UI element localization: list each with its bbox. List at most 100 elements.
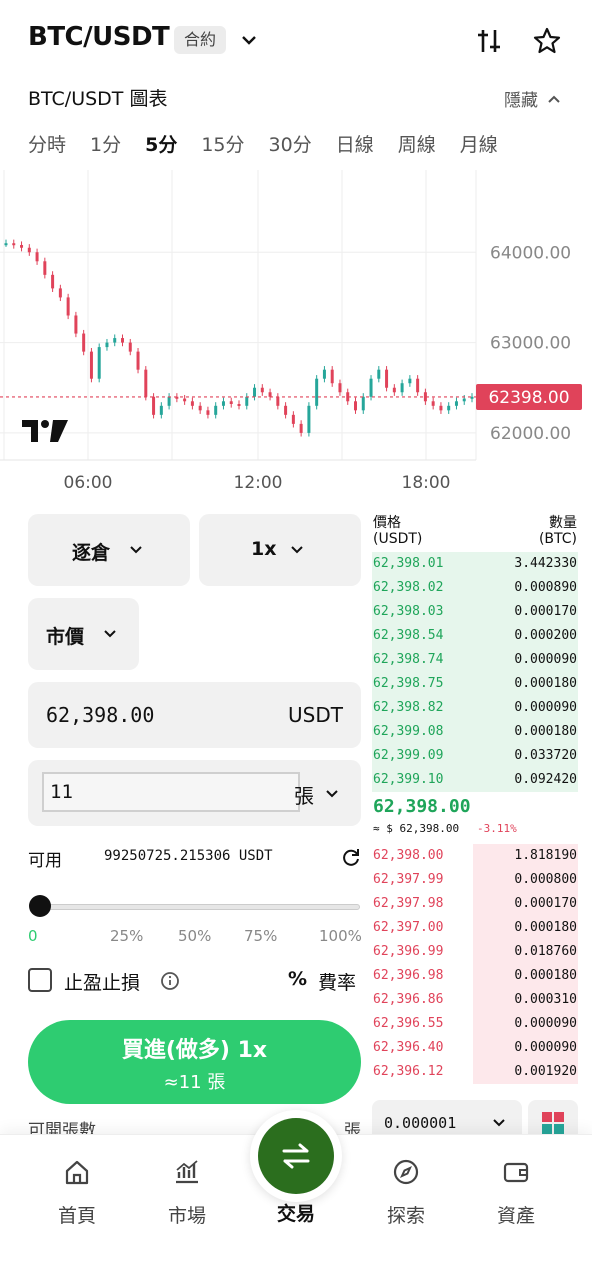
fee-percent-icon[interactable]: %	[288, 968, 307, 990]
ask-price: 62,399.10	[373, 772, 444, 787]
bid-row[interactable]: 62,396.40 0.000090	[372, 1036, 578, 1060]
slider-tick[interactable]: 100%	[319, 927, 362, 945]
bid-row[interactable]: 62,396.99 0.018760	[372, 940, 578, 964]
chevron-down-icon[interactable]	[238, 30, 260, 50]
slider-tick[interactable]: 75%	[244, 927, 277, 945]
ask-row[interactable]: 62,398.01 3.442330	[372, 552, 578, 576]
precision-value: 0.000001	[384, 1114, 457, 1132]
buy-long-button[interactable]: 買進(做多) 1x ≈11 張	[28, 1020, 361, 1104]
leverage-select[interactable]: 1x	[199, 514, 361, 586]
slider-tick[interactable]: 50%	[178, 927, 211, 945]
bid-price: 62,397.98	[373, 896, 444, 911]
ask-qty: 0.000200	[514, 628, 577, 643]
ask-row[interactable]: 62,398.54 0.000200	[372, 624, 578, 648]
price-field[interactable]: 62,398.00 USDT	[28, 682, 361, 748]
ask-price: 62,399.09	[373, 748, 444, 763]
pair-title[interactable]: BTC/USDT	[28, 22, 170, 52]
nav-trade[interactable]: 交易	[246, 1199, 346, 1226]
settings-sliders-icon[interactable]	[474, 26, 504, 56]
ask-row[interactable]: 62,398.02 0.000890	[372, 576, 578, 600]
candle-body	[392, 387, 396, 393]
slider-tick[interactable]: 25%	[110, 927, 143, 945]
fee-label[interactable]: 費率	[318, 968, 356, 995]
ask-price: 62,398.01	[373, 556, 444, 571]
tab-timeframe[interactable]: 月線	[460, 130, 498, 157]
price-change: -3.11%	[477, 822, 517, 835]
ask-row[interactable]: 62,399.09 0.033720	[372, 744, 578, 768]
tab-timeframe[interactable]: 日線	[336, 130, 374, 157]
chevron-down-icon[interactable]	[324, 788, 340, 800]
tab-timeframe-active[interactable]: 5分	[145, 130, 177, 157]
ask-row[interactable]: 62,398.75 0.000180	[372, 672, 578, 696]
trade-fab-button[interactable]	[250, 1110, 342, 1202]
price-column-header: 價格	[373, 515, 401, 531]
candle-body	[167, 396, 171, 406]
candle-body	[221, 401, 225, 406]
price-chart[interactable]: 64000.00 63000.00 62000.00 06:00 12:00 18:00 6…	[0, 170, 592, 500]
tpsl-label: 止盈止損	[64, 972, 141, 994]
nav-assets[interactable]: 資產	[466, 1157, 566, 1228]
amount-slider-track[interactable]	[40, 904, 360, 910]
ask-row[interactable]: 62,398.03 0.000170	[372, 600, 578, 624]
bid-qty: 0.000310	[514, 992, 577, 1007]
ask-row[interactable]: 62,398.82 0.000090	[372, 696, 578, 720]
quantity-input[interactable]: 11	[42, 772, 300, 812]
bid-row[interactable]: 62,398.00 1.818190	[372, 844, 578, 868]
info-icon[interactable]	[160, 971, 180, 991]
available-label: 可用	[28, 851, 62, 871]
bid-row[interactable]: 62,396.55 0.000090	[372, 1012, 578, 1036]
last-price: 62,398.00	[373, 796, 471, 817]
margin-mode-select[interactable]: 逐倉	[28, 514, 190, 586]
bid-row[interactable]: 62,396.98 0.000180	[372, 964, 578, 988]
ask-qty: 0.000170	[514, 604, 577, 619]
star-icon[interactable]	[532, 26, 562, 56]
ask-row[interactable]: 62,399.10 0.092420	[372, 768, 578, 792]
bid-price: 62,396.55	[373, 1016, 444, 1031]
ask-row[interactable]: 62,398.74 0.000090	[372, 648, 578, 672]
candle-body	[198, 405, 202, 411]
hide-chart-button[interactable]: 隱藏	[504, 86, 562, 111]
ask-qty: 0.000090	[514, 652, 577, 667]
price-axis-label: 64000.00	[490, 243, 571, 263]
price-axis-label: 63000.00	[490, 334, 571, 354]
bid-row[interactable]: 62,397.98 0.000170	[372, 892, 578, 916]
candle-body	[385, 369, 389, 388]
price-axis-label: 62000.00	[490, 424, 571, 444]
candle-body	[74, 315, 78, 334]
tab-timeframe[interactable]: 1分	[90, 130, 121, 157]
bid-list: 62,398.00 1.818190 62,397.99 0.000800 62,397…	[372, 844, 578, 1084]
candle-body	[105, 342, 109, 348]
quantity-unit[interactable]: 張	[294, 780, 314, 809]
candle-body	[159, 405, 163, 415]
nav-explore[interactable]: 探索	[356, 1157, 456, 1228]
bid-row[interactable]: 62,397.99 0.000800	[372, 868, 578, 892]
tab-timeframe[interactable]: 分時	[28, 130, 66, 157]
refresh-icon[interactable]	[340, 846, 362, 868]
order-type-select[interactable]: 市價	[28, 598, 139, 670]
trade-fab-inner	[258, 1118, 334, 1194]
tpsl-checkbox[interactable]	[28, 968, 52, 992]
bid-row[interactable]: 62,397.00 0.000180	[372, 916, 578, 940]
tab-timeframe[interactable]: 30分	[269, 130, 312, 157]
amount-slider-handle[interactable]	[29, 895, 51, 917]
nav-market[interactable]: 市場	[137, 1157, 237, 1228]
tab-timeframe[interactable]: 15分	[201, 130, 244, 157]
nav-home[interactable]: 首頁	[27, 1157, 127, 1228]
ask-price: 62,398.03	[373, 604, 444, 619]
tab-timeframe[interactable]: 周線	[398, 130, 436, 157]
slider-tick[interactable]: 0	[28, 927, 38, 945]
bid-qty: 0.000090	[514, 1016, 577, 1031]
price-unit: USDT	[288, 703, 343, 727]
candle-body	[307, 405, 311, 433]
nav-label: 市場	[167, 1205, 206, 1227]
bid-row[interactable]: 62,396.12 0.001920	[372, 1060, 578, 1084]
bid-row[interactable]: 62,396.86 0.000310	[372, 988, 578, 1012]
candle-body	[439, 405, 443, 411]
hide-label: 隱藏	[504, 91, 538, 111]
ask-qty: 0.092420	[514, 772, 577, 787]
ask-row[interactable]: 62,399.08 0.000180	[372, 720, 578, 744]
bid-qty: 0.000800	[514, 872, 577, 887]
candle-body	[354, 401, 357, 411]
ask-qty: 0.000090	[514, 700, 577, 715]
last-price-block: 62,398.00 ≈ $ 62,398.00 -3.11%	[372, 792, 578, 844]
